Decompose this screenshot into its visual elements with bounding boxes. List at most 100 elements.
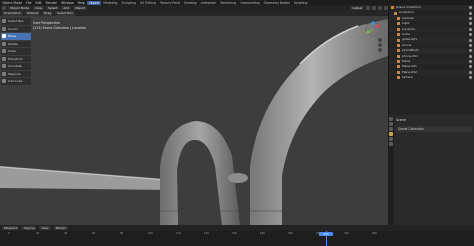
y-axis-icon[interactable]: [366, 30, 370, 34]
object-icon: [394, 11, 397, 15]
tool-settings-bar: Orientation Default Drag Select Box: [0, 11, 388, 16]
menu-item[interactable]: Window: [59, 1, 76, 5]
tool-shelf: Select Box Cursor Move Rotate Scale Transform…: [0, 17, 32, 85]
drag-value[interactable]: Select Box: [55, 11, 75, 16]
workspace-tab[interactable]: Compositing: [238, 1, 261, 5]
object-icon: [397, 27, 400, 31]
tool-icon: [2, 64, 6, 69]
navigation-gizmo[interactable]: [363, 21, 385, 53]
proportional-edit-icon[interactable]: [372, 6, 376, 10]
editor-type-icon[interactable]: [2, 6, 6, 10]
frame-tick: 40: [64, 232, 68, 235]
workspace-tab[interactable]: Scripting: [292, 1, 310, 5]
timeline-menu-item[interactable]: View: [39, 225, 51, 231]
menu-item[interactable]: Edit: [33, 1, 43, 5]
3d-viewport[interactable]: User Perspective (213) Scene Collection …: [0, 16, 388, 225]
visibility-icon[interactable]: [469, 33, 472, 37]
visibility-icon[interactable]: [469, 54, 472, 58]
timeline-menu-item[interactable]: Keying: [22, 225, 37, 231]
mode-dropdown[interactable]: Object Mode: [8, 5, 31, 11]
frame-tick: 20: [36, 232, 40, 235]
object-icon: [397, 60, 400, 64]
tool-label: Cursor: [8, 26, 18, 31]
visibility-icon[interactable]: [469, 43, 472, 47]
workspace-tab[interactable]: Rendering: [218, 1, 238, 5]
timeline-menu-item[interactable]: Marker: [53, 225, 68, 231]
visibility-icon[interactable]: [469, 6, 472, 10]
tool-label: Select Box: [8, 19, 24, 24]
tool-button[interactable]: Cursor: [1, 25, 31, 32]
visibility-icon[interactable]: [469, 70, 472, 74]
tool-label: Rotate: [8, 41, 18, 46]
properties-tabs: [388, 116, 394, 225]
scene-tab-icon[interactable]: [389, 132, 393, 136]
visibility-icon[interactable]: [469, 76, 472, 80]
frame-tick: 260: [372, 232, 377, 235]
tool-tab-icon[interactable]: [389, 117, 393, 121]
workspace-tab[interactable]: Layout: [86, 0, 102, 5]
workspace-tab[interactable]: Shading: [182, 1, 199, 5]
orientation-value[interactable]: Default: [24, 11, 40, 16]
object-icon: [397, 33, 400, 37]
workspace-tab[interactable]: Animation: [199, 1, 219, 5]
frame-tick: 100: [148, 232, 153, 235]
visibility-icon[interactable]: [469, 16, 472, 20]
menu-item[interactable]: Help: [76, 1, 87, 5]
menu-item[interactable]: Object Mode: [0, 1, 24, 5]
x-axis-icon[interactable]: [376, 24, 380, 28]
tool-button[interactable]: Scale: [1, 48, 31, 55]
outliner-panel[interactable]: Scene Collection Collection Camera Light Lun…: [388, 5, 474, 115]
tool-button[interactable]: Select Box: [1, 18, 31, 25]
workspace-tab[interactable]: Modeling: [101, 1, 119, 5]
orientation-dropdown[interactable]: Global: [350, 5, 364, 11]
visibility-icon[interactable]: [469, 49, 472, 53]
workspace-tab[interactable]: Sculpting: [119, 1, 137, 5]
object-icon: [397, 22, 400, 26]
output-tab-icon[interactable]: [389, 127, 393, 131]
properties-panel[interactable]: [388, 116, 474, 225]
select-menu[interactable]: Select: [46, 5, 60, 11]
timeline-menu-item[interactable]: Playback: [2, 225, 20, 231]
tool-button[interactable]: Annotate: [1, 63, 31, 70]
menu-item[interactable]: Render: [44, 1, 59, 5]
tool-button[interactable]: Measure: [1, 70, 31, 77]
tool-button[interactable]: Move: [1, 33, 31, 40]
tool-label: Transform: [8, 56, 23, 61]
tool-button[interactable]: Rotate: [1, 40, 31, 47]
outliner-row[interactable]: Sphere: [389, 75, 474, 80]
tool-button[interactable]: Add Cube: [1, 78, 31, 85]
add-menu[interactable]: Add: [61, 5, 72, 11]
pan-icon[interactable]: [378, 43, 382, 47]
visibility-icon[interactable]: [469, 22, 472, 26]
snap-icon[interactable]: [366, 6, 370, 10]
workspace-tab[interactable]: Texture Paint: [158, 1, 182, 5]
world-tab-icon[interactable]: [389, 137, 393, 141]
tool-button[interactable]: Transform: [1, 55, 31, 62]
tool-icon: [2, 71, 6, 76]
viewport-scene: [0, 16, 388, 225]
menu-item[interactable]: File: [24, 1, 33, 5]
view-menu[interactable]: View: [32, 5, 45, 11]
object-tab-icon[interactable]: [389, 142, 393, 146]
current-frame[interactable]: 213: [319, 232, 333, 236]
zoom-icon[interactable]: [378, 38, 382, 42]
frame-tick: 80: [120, 232, 124, 235]
render-tab-icon[interactable]: [389, 122, 393, 126]
z-axis-icon[interactable]: [371, 21, 375, 25]
properties-section[interactable]: Scene Collection: [396, 126, 472, 132]
workspace-tab[interactable]: Geometry Nodes: [262, 1, 292, 5]
visibility-icon[interactable]: [469, 60, 472, 64]
overlay-icon[interactable]: [378, 6, 382, 10]
object-menu[interactable]: Object: [73, 5, 87, 11]
visibility-icon[interactable]: [469, 65, 472, 69]
visibility-icon[interactable]: [469, 27, 472, 31]
timeline[interactable]: 213 0 20 40 60 80 100 120 140 160 180 200 220 240 260: [0, 231, 474, 246]
object-icon: [397, 16, 400, 20]
object-icon: [391, 6, 394, 10]
viewport-info: User Perspective (213) Scene Collection …: [33, 21, 86, 30]
visibility-icon[interactable]: [469, 38, 472, 42]
camera-view-icon[interactable]: [378, 48, 382, 52]
visibility-icon[interactable]: [469, 11, 472, 15]
workspace-tab[interactable]: UV Editing: [138, 1, 158, 5]
outliner-label: Sphere: [402, 75, 413, 80]
